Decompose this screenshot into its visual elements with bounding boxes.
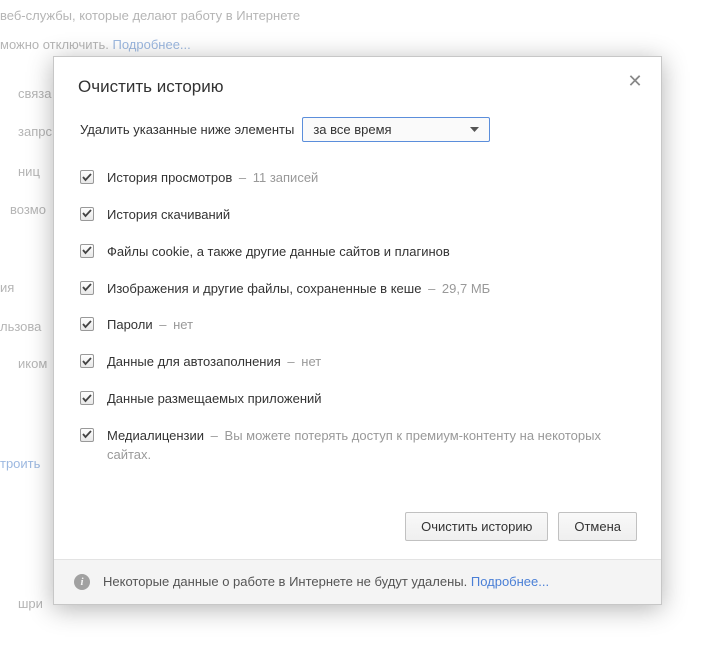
bg-text: возмо [10,200,46,221]
check-label: Пароли – нет [107,316,193,335]
checkbox[interactable] [80,244,94,258]
bg-text: веб-службы, которые делают работу в Инте… [0,6,300,27]
bg-text: ниц [18,162,40,183]
bg-link: Подробнее... [113,37,191,52]
check-row-autofill: Данные для автозаполнения – нет [80,344,635,381]
check-label: Данные размещаемых приложений [107,390,322,409]
delete-label: Удалить указанные ниже элементы [80,122,294,137]
info-icon: i [74,574,90,590]
clear-button[interactable]: Очистить историю [405,512,548,541]
bg-text: связа [18,84,52,105]
check-label: Файлы cookie, а также другие данные сайт… [107,243,450,262]
check-label: История скачиваний [107,206,230,225]
delete-range-row: Удалить указанные ниже элементы за все в… [80,117,635,142]
check-row-passwords: Пароли – нет [80,307,635,344]
bg-text: шри [18,594,43,615]
dialog-footer: Очистить историю Отмена [54,494,661,559]
check-label: Данные для автозаполнения – нет [107,353,321,372]
checkbox[interactable] [80,281,94,295]
close-icon[interactable]: ✕ [623,69,647,93]
select-value: за все время [313,122,391,137]
check-row-hosted-apps: Данные размещаемых приложений [80,381,635,418]
bg-text: ия [0,278,14,299]
check-row-cache: Изображения и другие файлы, сохраненные … [80,271,635,308]
checkbox[interactable] [80,354,94,368]
check-row-cookies: Файлы cookie, а также другие данные сайт… [80,234,635,271]
check-label: История просмотров – 11 записей [107,169,318,188]
bg-text: запрс [18,122,52,143]
checkbox[interactable] [80,170,94,184]
check-row-downloads: История скачиваний [80,197,635,234]
bg-text: льзова [0,317,41,338]
checkbox[interactable] [80,317,94,331]
info-link[interactable]: Подробнее... [471,574,549,589]
clear-history-dialog: Очистить историю ✕ Удалить указанные ниж… [53,56,662,605]
dialog-title: Очистить историю [78,77,637,97]
dialog-body: Удалить указанные ниже элементы за все в… [54,113,661,494]
bg-text: троить [0,454,40,475]
check-label: Изображения и другие файлы, сохраненные … [107,280,490,299]
cancel-button[interactable]: Отмена [558,512,637,541]
bg-text: можно отключить. Подробнее... [0,35,191,56]
info-bar: i Некоторые данные о работе в Интернете … [54,559,661,604]
dialog-header: Очистить историю ✕ [54,57,661,113]
chevron-down-icon [470,127,479,132]
bg-text: иком [18,354,47,375]
check-row-browsing: История просмотров – 11 записей [80,160,635,197]
info-text: Некоторые данные о работе в Интернете не… [103,574,549,589]
check-row-media-licenses: Медиалицензии – Вы можете потерять досту… [80,418,635,474]
check-label: Медиалицензии – Вы можете потерять досту… [107,427,635,465]
time-range-select[interactable]: за все время [302,117,490,142]
checkbox[interactable] [80,207,94,221]
checkbox[interactable] [80,391,94,405]
checkbox[interactable] [80,428,94,442]
